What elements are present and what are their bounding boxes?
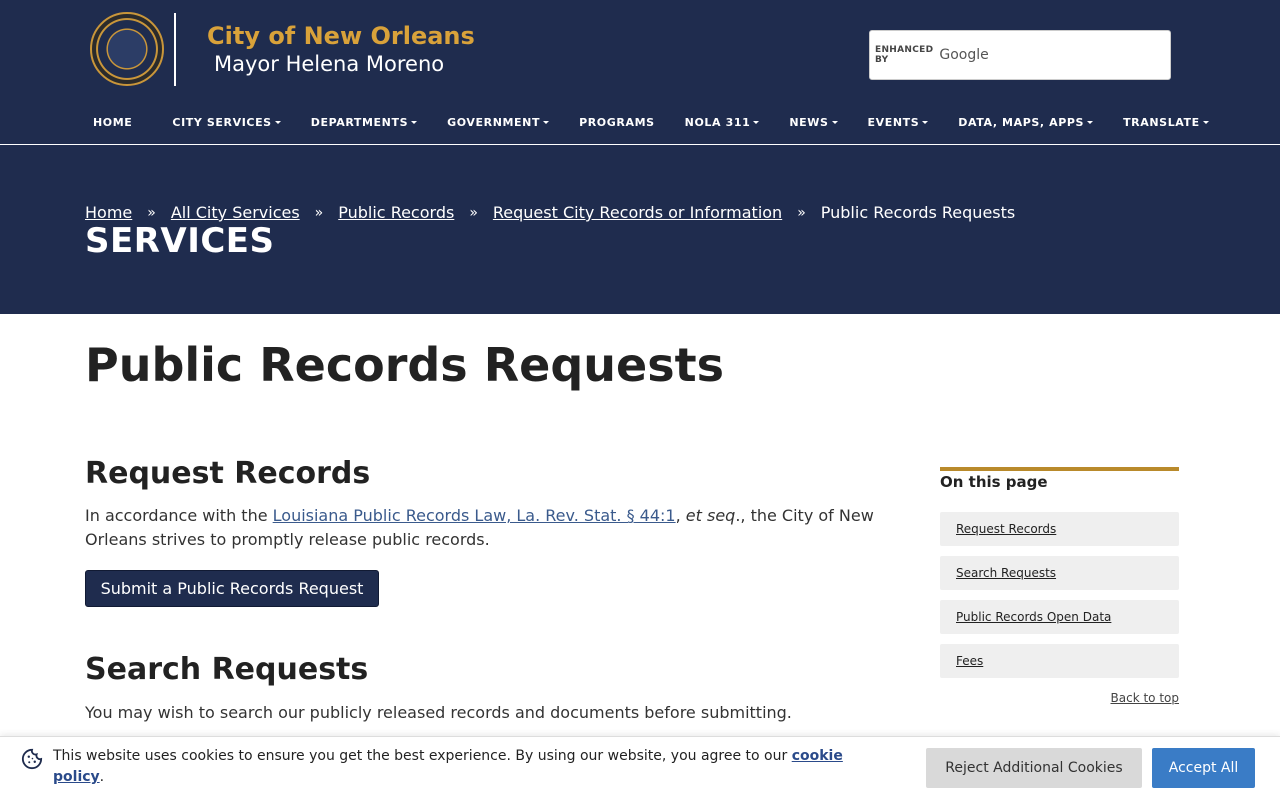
- caret-down-icon: [1202, 121, 1209, 124]
- request-text-before: In accordance with the: [85, 506, 273, 525]
- nav-label: DEPARTMENTS: [310, 116, 409, 129]
- nav-item-events[interactable]: EVENTS: [868, 116, 929, 129]
- louisiana-law-link[interactable]: Louisiana Public Records Law, La. Rev. S…: [273, 506, 676, 525]
- city-seal-icon[interactable]: [90, 12, 164, 86]
- search-input[interactable]: [994, 34, 1175, 76]
- on-this-page-accent-bar: [940, 467, 1179, 471]
- nav-label: TRANSLATE: [1123, 116, 1200, 129]
- breadcrumb-separator: »: [797, 204, 806, 221]
- nav-label: GOVERNMENT: [447, 116, 541, 129]
- back-to-top-link[interactable]: Back to top: [1105, 691, 1179, 705]
- cookie-text: This website uses cookies to ensure you …: [53, 746, 893, 788]
- breadcrumb-public-records[interactable]: Public Records: [338, 203, 454, 222]
- submit-public-records-request-button[interactable]: Submit a Public Records Request: [85, 570, 379, 607]
- nav-label: EVENTS: [867, 116, 920, 129]
- nav-item-news[interactable]: NEWS: [789, 116, 838, 129]
- nav-item-translate[interactable]: TRANSLATE: [1123, 116, 1209, 129]
- breadcrumb-all-city-services[interactable]: All City Services: [171, 203, 300, 222]
- otp-item-public-records-open-data[interactable]: Public Records Open Data: [940, 600, 1179, 634]
- breadcrumb-separator: »: [314, 204, 324, 221]
- breadcrumb-home[interactable]: Home: [85, 203, 132, 222]
- request-records-heading: Request Records: [85, 456, 371, 491]
- cookie-icon: [21, 748, 43, 770]
- caret-down-icon: [274, 121, 281, 124]
- nav-label: CITY SERVICES: [172, 116, 272, 129]
- nav-item-data-maps-apps[interactable]: DATA, MAPS, APPS: [958, 116, 1094, 129]
- nav-label: PROGRAMS: [579, 116, 655, 129]
- breadcrumb-separator: »: [469, 204, 478, 221]
- otp-item-request-records[interactable]: Request Records: [940, 512, 1179, 546]
- google-logo: Google: [939, 47, 989, 63]
- nav-item-city-services[interactable]: CITY SERVICES: [172, 116, 281, 129]
- site-header: City of New Orleans Mayor Helena Moreno …: [0, 0, 1280, 145]
- site-title[interactable]: City of New Orleans: [207, 22, 475, 50]
- on-this-page-title: On this page: [940, 473, 1048, 491]
- caret-down-icon: [543, 121, 550, 124]
- hero-title: SERVICES: [85, 221, 275, 261]
- request-records-text: In accordance with the Louisiana Public …: [85, 504, 915, 552]
- breadcrumb: Home » All City Services » Public Record…: [85, 203, 1015, 222]
- caret-down-icon: [1087, 121, 1094, 124]
- nav-label: NEWS: [789, 116, 829, 129]
- header-divider: [174, 13, 176, 86]
- main-nav: HOME CITY SERVICES DEPARTMENTS GOVERNMEN…: [93, 116, 1209, 129]
- et-seq-text: et seq: [685, 506, 736, 525]
- search-enhanced-label: ENHANCED BY: [875, 45, 934, 65]
- search-requests-text: You may wish to search our publicly rele…: [85, 703, 792, 722]
- hero-banner: Home » All City Services » Public Record…: [0, 145, 1280, 314]
- breadcrumb-separator: »: [147, 204, 156, 221]
- cookie-banner: This website uses cookies to ensure you …: [0, 736, 1280, 801]
- nav-item-departments[interactable]: DEPARTMENTS: [310, 116, 418, 129]
- caret-down-icon: [411, 121, 418, 124]
- cookie-period: .: [99, 769, 105, 785]
- reject-additional-cookies-button[interactable]: Reject Additional Cookies: [926, 748, 1142, 788]
- breadcrumb-current: Public Records Requests: [820, 203, 1016, 222]
- search-requests-heading: Search Requests: [85, 652, 369, 687]
- nav-label: NOLA 311: [684, 116, 751, 129]
- caret-down-icon: [831, 121, 838, 124]
- breadcrumb-request-city-records[interactable]: Request City Records or Information: [493, 203, 782, 222]
- request-text-comma: ,: [675, 506, 686, 525]
- nav-item-programs[interactable]: PROGRAMS: [579, 116, 655, 129]
- nav-item-nola-311[interactable]: NOLA 311: [685, 116, 760, 129]
- nav-item-home[interactable]: HOME: [93, 116, 132, 129]
- nav-item-government[interactable]: GOVERNMENT: [447, 116, 550, 129]
- search-box[interactable]: ENHANCED BY Google: [869, 30, 1175, 80]
- page-title: Public Records Requests: [85, 338, 724, 392]
- accept-all-cookies-button[interactable]: Accept All: [1152, 748, 1255, 788]
- caret-down-icon: [922, 121, 929, 124]
- caret-down-icon: [753, 121, 760, 124]
- site-subtitle: Mayor Helena Moreno: [214, 52, 445, 76]
- otp-item-search-requests[interactable]: Search Requests: [940, 556, 1179, 590]
- cookie-message: This website uses cookies to ensure you …: [53, 748, 792, 764]
- nav-label: HOME: [93, 116, 133, 129]
- otp-item-fees[interactable]: Fees: [940, 644, 1179, 678]
- nav-label: DATA, MAPS, APPS: [958, 116, 1085, 129]
